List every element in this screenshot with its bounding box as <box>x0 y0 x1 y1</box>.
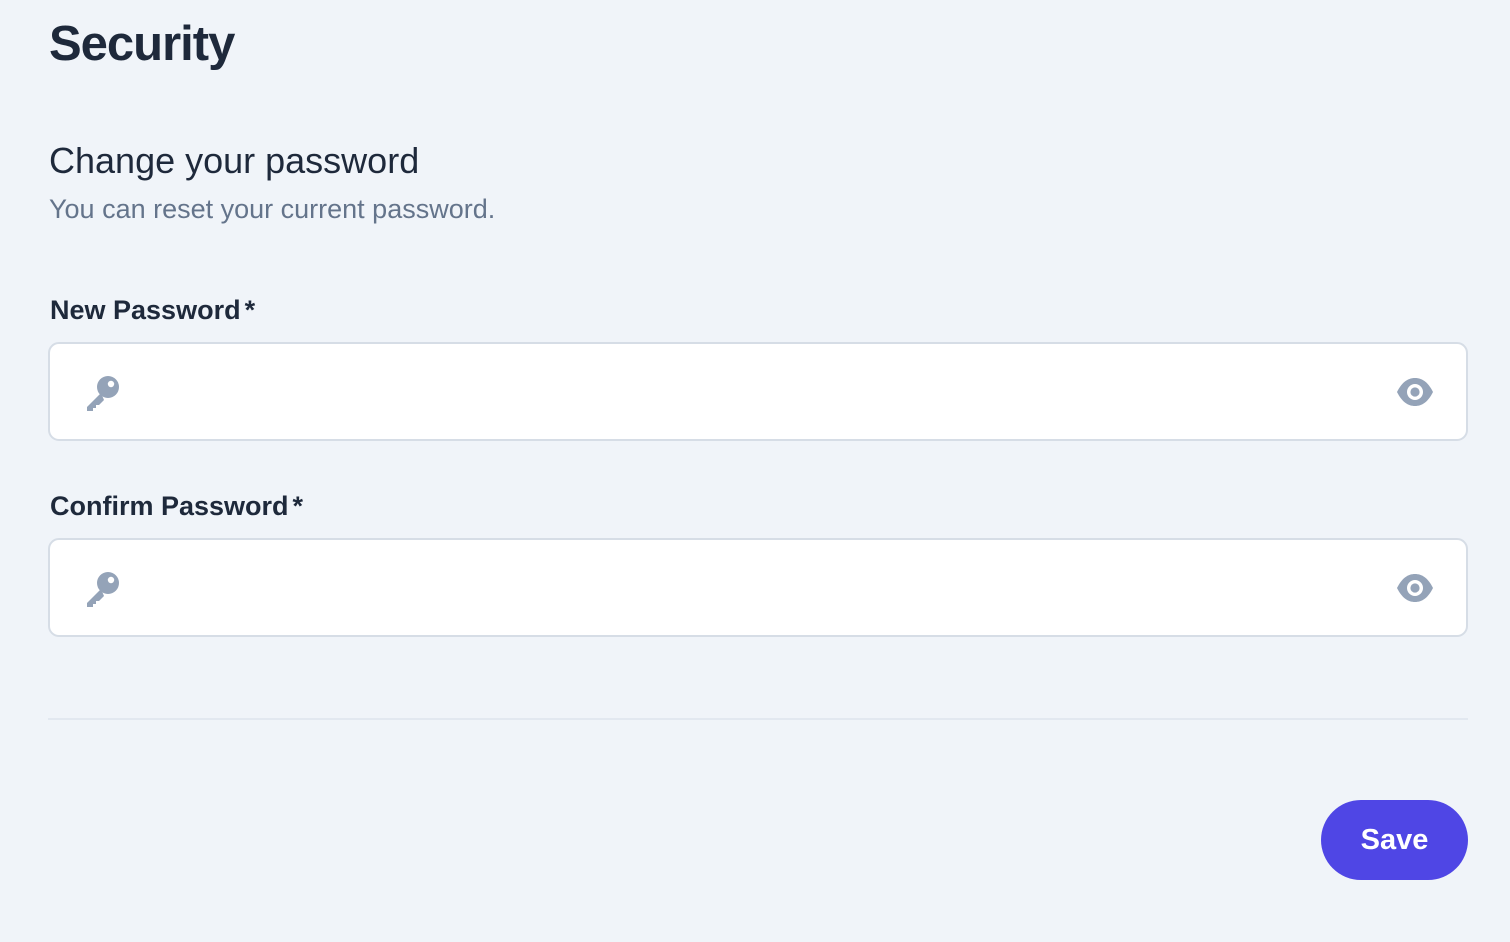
divider <box>48 718 1468 720</box>
new-password-label-text: New Password <box>50 295 241 325</box>
confirm-password-label-text: Confirm Password <box>50 491 289 521</box>
save-button[interactable]: Save <box>1321 800 1468 880</box>
key-icon <box>82 373 122 413</box>
page-title: Security <box>49 17 235 71</box>
confirm-password-field[interactable] <box>48 538 1468 637</box>
security-settings-page: Security Change your password You can re… <box>0 0 1510 942</box>
section-subtitle: You can reset your current password. <box>49 194 496 224</box>
section-title: Change your password <box>49 140 420 181</box>
new-password-input[interactable] <box>160 344 1400 439</box>
eye-icon[interactable] <box>1396 571 1434 605</box>
new-password-label: New Password * <box>50 295 255 326</box>
new-password-field[interactable] <box>48 342 1468 441</box>
confirm-password-input[interactable] <box>160 540 1400 635</box>
eye-icon[interactable] <box>1396 375 1434 409</box>
confirm-password-label: Confirm Password * <box>50 491 303 522</box>
required-mark: * <box>244 295 256 325</box>
required-mark: * <box>292 491 304 521</box>
key-icon <box>82 569 122 609</box>
